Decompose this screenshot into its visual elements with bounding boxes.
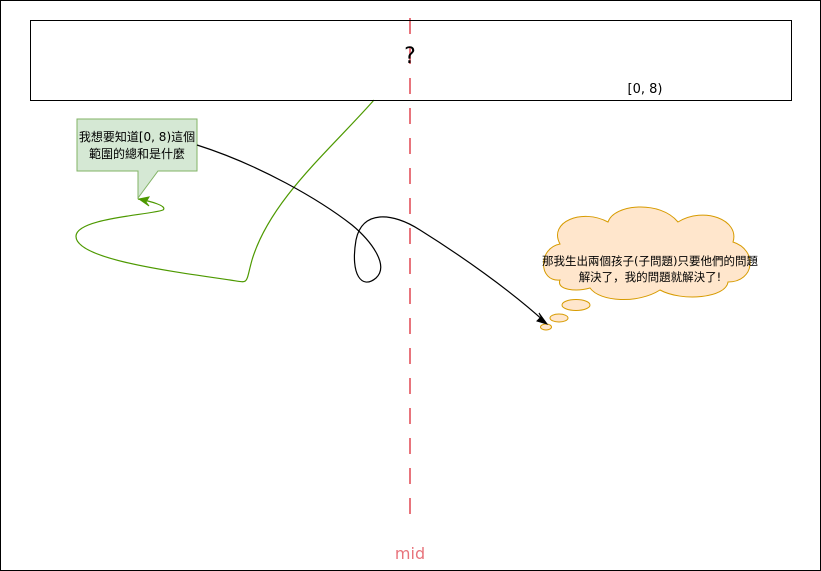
mid-label: mid [394, 544, 426, 563]
thought-cloud-text: 那我生出兩個孩子(子問題)只要他們的問題解決了，我的問題就解決了! [542, 254, 758, 284]
callout-text: 我想要知道[0, 8)這個範圍的總和是什麼 [78, 130, 196, 161]
black-arrow [196, 144, 546, 323]
black-arrowhead [536, 312, 549, 325]
range-label: [0, 8) [627, 82, 663, 97]
range-question-mark: ? [404, 44, 416, 69]
